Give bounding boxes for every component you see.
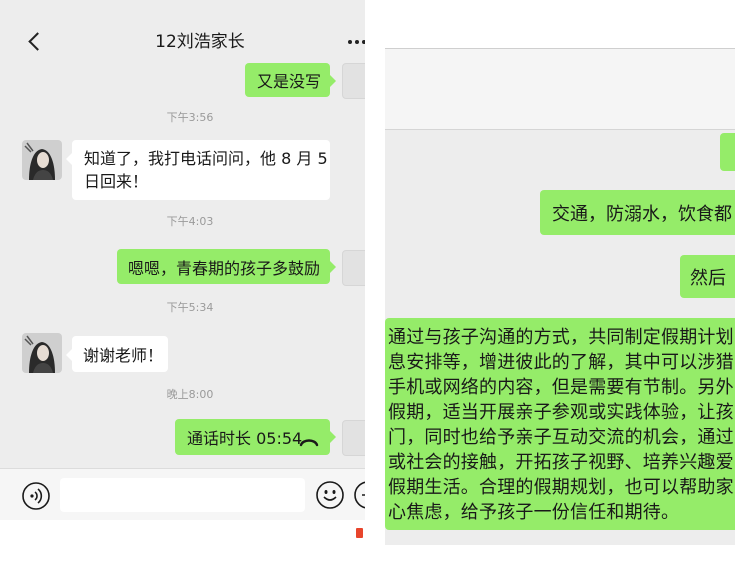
my-avatar[interactable] [342,250,365,286]
timestamp: 晚上8:00 [166,388,214,401]
message-bubble[interactable] [720,133,735,171]
message-text-line: 手机或网络的内容，但是需要有节制。另外 [388,377,734,398]
message-text-line: 门，同时也给予亲子互动交流的机会，通过 [388,427,734,448]
input-bar [0,468,365,520]
message-bubble[interactable]: 谢谢老师！ [66,336,168,372]
message-text: 交通，防溺水，饮食都 [552,203,732,225]
message-text-line: 假期生活。合理的假期规划，也可以帮助家 [388,477,734,498]
message-text-line: 通过与孩子沟通的方式，共同制定假期计划 [388,327,734,348]
right-chat-window: 交通，防溺水，饮食都 然后 通过与孩子沟通的方式，共同制定假期计划 息安排等，增… [385,48,735,545]
message-text-line: 日回来！ [84,172,149,191]
message-bubble[interactable]: 嗯嗯，青春期的孩子多鼓励 [117,249,336,284]
chat-title: 12刘浩家长 [155,32,245,52]
message-text: 然后 [690,267,726,289]
message-text-line: 息安排等，增进彼此的了解，其中可以涉猎 [388,352,734,373]
message-bubble[interactable]: 又是没写 [245,63,336,97]
message-text: 谢谢老师！ [83,346,164,365]
emoji-icon[interactable] [315,480,345,514]
long-message-bubble[interactable]: 通过与孩子沟通的方式，共同制定假期计划 息安排等，增进彼此的了解，其中可以涉猎 … [385,318,735,530]
plus-icon[interactable] [353,480,365,514]
chat-header-area [385,48,735,130]
message-input[interactable] [60,478,305,512]
my-avatar[interactable] [342,420,365,456]
message-bubble[interactable]: 然后 [680,255,735,298]
message-text: 通话时长 05:54 [187,429,303,448]
message-text: 又是没写 [257,72,322,91]
timestamp: 下午3:56 [166,111,214,124]
timestamp: 下午5:34 [166,301,214,314]
message-text: 嗯嗯，青春期的孩子多鼓励 [128,258,321,278]
message-text-line: 假期，适当开展亲子参观或实践体验，让孩 [388,402,734,423]
message-text-line: 知道了，我打电话问问，他 8 月 5 [84,149,328,168]
timestamp: 下午4:03 [166,215,214,228]
voice-icon[interactable] [21,481,51,515]
my-avatar[interactable] [342,63,365,99]
notification-icon [356,528,363,538]
contact-avatar[interactable] [22,140,62,180]
message-bubble[interactable]: 交通，防溺水，饮食都 [540,190,735,235]
more-icon[interactable] [348,40,365,46]
left-chat-window: 12刘浩家长 又是没写 下午3:56 知道了，我打电话问问，他 8 月 5 日回… [0,0,365,520]
call-record-bubble[interactable]: 通话时长 05:54 [175,419,336,455]
message-text-line: 心焦虑，给予孩子一份信任和期待。 [388,502,680,523]
phone-hangup-icon [299,432,319,451]
message-bubble[interactable]: 知道了，我打电话问问，他 8 月 5 日回来！ [66,140,330,200]
message-text-line: 或社会的接触，开拓孩子视野、培养兴趣爱 [388,452,734,473]
contact-avatar[interactable] [22,333,62,373]
